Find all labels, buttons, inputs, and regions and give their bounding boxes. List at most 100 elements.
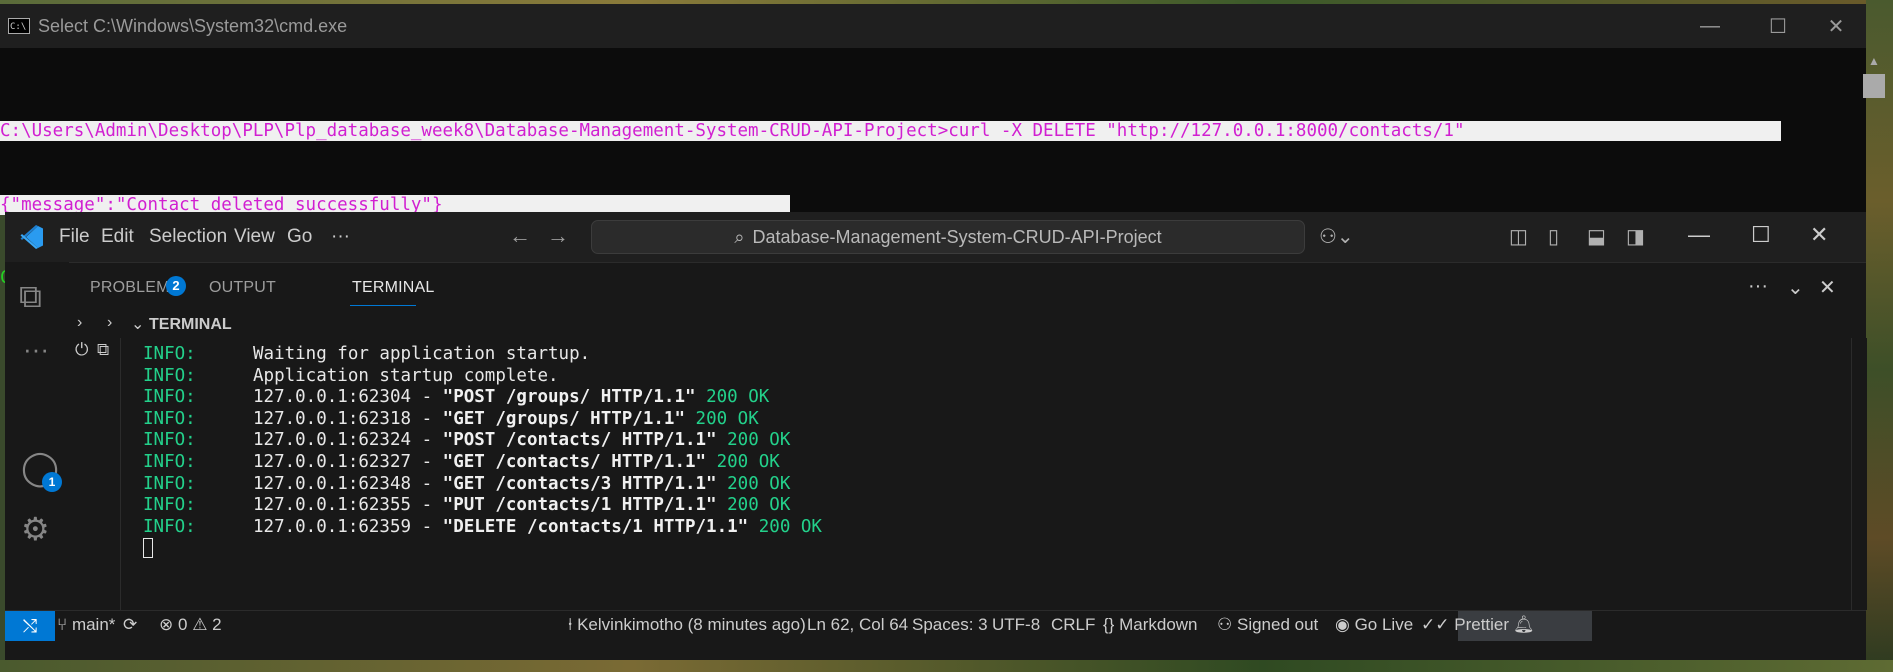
cmd-prompt: C:\Users\Admin\Desktop\PLP\Plp_database_…	[0, 121, 949, 141]
terminal-launch-icon[interactable]: ⧉	[97, 340, 109, 360]
chevron-right-icon[interactable]: ›	[107, 314, 112, 332]
vscode-titlebar[interactable]: File Edit Selection View Go ··· ← → ⌕ Da…	[5, 212, 1866, 262]
tab-output[interactable]: OUTPUT	[209, 279, 276, 297]
panel-close-icon[interactable]: ✕	[1819, 275, 1836, 300]
log-status: 200 OK	[727, 495, 791, 516]
terminal-section-header[interactable]: › › ⌄ TERMINAL	[69, 312, 1866, 338]
desktop-background-right	[1866, 0, 1893, 672]
branch-name: main*	[71, 615, 116, 634]
customize-layout-icon[interactable]: ◫	[1509, 224, 1528, 249]
back-arrow-icon[interactable]: ←	[509, 223, 531, 249]
log-level: INFO:	[143, 451, 196, 472]
chevron-down-icon[interactable]: ⌄	[1787, 275, 1804, 300]
cmd-scrollbar[interactable]	[1846, 48, 1866, 212]
terminal-cursor	[143, 538, 153, 559]
go-live-button[interactable]: ◉ Go Live	[1335, 615, 1413, 635]
log-request: "POST /contacts/ HTTP/1.1"	[442, 430, 717, 451]
terminal-line: INFO: 127.0.0.1:62318 - "GET /groups/ HTT…	[143, 409, 822, 431]
cmd-minimize-button[interactable]: —	[1680, 4, 1740, 48]
menu-view[interactable]: View	[234, 226, 275, 248]
toggle-secondary-sidebar-icon[interactable]: ◨	[1626, 224, 1645, 249]
status-bar: ⤭ ⑂ main* ⟳ ⊗ 0 ⚠ 2 ⍿ Kelvinkimotho (8 m…	[5, 610, 1866, 641]
log-level: INFO:	[143, 495, 196, 516]
menu-edit[interactable]: Edit	[101, 226, 134, 248]
chevron-down-icon[interactable]: ⌄	[131, 314, 144, 334]
notifications-bell-icon[interactable]: 🔔︎	[1513, 615, 1535, 635]
vscode-window[interactable]: File Edit Selection View Go ··· ← → ⌕ Da…	[5, 212, 1867, 660]
log-request: "POST /groups/ HTTP/1.1"	[442, 387, 696, 408]
chevron-right-icon[interactable]: ›	[77, 314, 82, 332]
indentation-status[interactable]: Spaces: 3	[912, 615, 988, 635]
activity-bar: ⧉ ··· ◯ 1 ⚙	[5, 262, 70, 610]
log-client: 127.0.0.1:62318 -	[253, 408, 443, 429]
menu-selection[interactable]: Selection	[149, 226, 227, 248]
error-icon: ⊗	[159, 615, 174, 634]
commit-icon: ⍿	[568, 615, 573, 634]
active-tab-indicator	[350, 305, 416, 306]
explorer-icon[interactable]: ⧉	[19, 278, 42, 316]
terminal-tabs-sidebar: ⏻ ⧉	[69, 338, 121, 610]
panel-more-actions-icon[interactable]: ···	[1748, 275, 1768, 298]
language-mode[interactable]: {} Markdown	[1103, 615, 1198, 635]
vscode-close-button[interactable]: ✕	[1810, 222, 1828, 248]
toggle-panel-icon[interactable]: ⬓	[1587, 224, 1606, 249]
git-blame-status[interactable]: ⍿ Kelvinkimotho (8 minutes ago)	[568, 615, 806, 635]
command-center-search[interactable]: ⌕ Database-Management-System-CRUD-API-Pr…	[591, 220, 1305, 254]
menu-go[interactable]: Go	[287, 226, 312, 248]
encoding-status[interactable]: UTF-8	[992, 615, 1040, 635]
desktop-background-bottom	[0, 660, 1893, 672]
terminal-scrollbar[interactable]	[1851, 338, 1867, 610]
terminal-output[interactable]: INFO: Waiting for application startup. INF…	[121, 338, 1866, 610]
language-label: Markdown	[1119, 615, 1198, 634]
problems-status[interactable]: ⊗ 0 ⚠ 2	[159, 615, 222, 635]
eol-status[interactable]: CRLF	[1051, 615, 1095, 635]
branch-status[interactable]: ⑂ main*	[57, 615, 115, 635]
plug-icon[interactable]: ⏻	[75, 340, 88, 360]
menu-more[interactable]: ···	[331, 226, 350, 248]
vscode-maximize-button[interactable]: ☐	[1751, 222, 1771, 248]
log-client: 127.0.0.1:62327 -	[253, 451, 443, 472]
settings-gear-icon[interactable]: ⚙	[21, 510, 50, 548]
toggle-primary-sidebar-icon[interactable]: ▯	[1548, 224, 1559, 249]
log-level: INFO:	[143, 473, 196, 494]
forward-arrow-icon[interactable]: →	[547, 223, 569, 249]
copilot-icon[interactable]: ⚇⌄	[1319, 224, 1354, 249]
log-status: 200 OK	[695, 408, 759, 429]
accounts-badge: 1	[42, 472, 62, 492]
log-client: 127.0.0.1:62324 -	[253, 430, 443, 451]
log-status: 200 OK	[758, 516, 822, 537]
cmd-scroll-up-icon[interactable]: ▲	[1868, 54, 1880, 68]
menu-file[interactable]: File	[59, 226, 90, 248]
terminal-line: INFO: 127.0.0.1:62359 - "DELETE /contacts…	[143, 517, 822, 539]
cmd-scrollbar-thumb[interactable]	[1863, 74, 1885, 98]
terminal-line: INFO: 127.0.0.1:62327 - "GET /contacts/ H…	[143, 452, 822, 474]
log-status: 200 OK	[716, 451, 780, 472]
git-branch-icon: ⑂	[57, 615, 68, 634]
log-request: "GET /contacts/ HTTP/1.1"	[442, 451, 707, 472]
cmd-window[interactable]: C:\ Select C:\Windows\System32\cmd.exe —…	[0, 4, 1880, 288]
broadcast-icon: ◉	[1335, 615, 1350, 634]
warning-count: 2	[212, 615, 222, 634]
cmd-line-command: C:\Users\Admin\Desktop\PLP\Plp_database_…	[0, 119, 1781, 144]
warning-icon: ⚠	[192, 615, 208, 634]
prettier-status[interactable]: ✓✓ Prettier	[1421, 615, 1509, 635]
terminal-line: INFO: Waiting for application startup.	[143, 344, 822, 366]
terminal-line: INFO: 127.0.0.1:62324 - "POST /contacts/ …	[143, 430, 822, 452]
log-level: INFO:	[143, 430, 196, 451]
vscode-minimize-button[interactable]: —	[1688, 222, 1710, 248]
cursor-position[interactable]: Ln 62, Col 64	[807, 615, 908, 635]
cmd-close-button[interactable]: ✕	[1806, 4, 1866, 48]
cmd-maximize-button[interactable]: ☐	[1748, 4, 1808, 48]
sync-icon[interactable]: ⟳	[123, 615, 137, 635]
tab-terminal[interactable]: TERMINAL	[352, 279, 435, 297]
log-client: 127.0.0.1:62348 -	[253, 473, 443, 494]
log-status: 200 OK	[706, 387, 770, 408]
copilot-status[interactable]: ⚇ Signed out	[1217, 615, 1318, 635]
cmd-titlebar[interactable]: C:\ Select C:\Windows\System32\cmd.exe —…	[0, 4, 1866, 48]
more-views-icon[interactable]: ···	[23, 334, 49, 365]
log-client: 127.0.0.1:62359 -	[253, 516, 443, 537]
copilot-icon: ⚇	[1217, 615, 1233, 634]
remote-indicator-icon[interactable]: ⤭	[5, 611, 55, 641]
log-level: INFO:	[143, 516, 196, 537]
terminal-line: INFO: 127.0.0.1:62348 - "GET /contacts/3 …	[143, 474, 822, 496]
